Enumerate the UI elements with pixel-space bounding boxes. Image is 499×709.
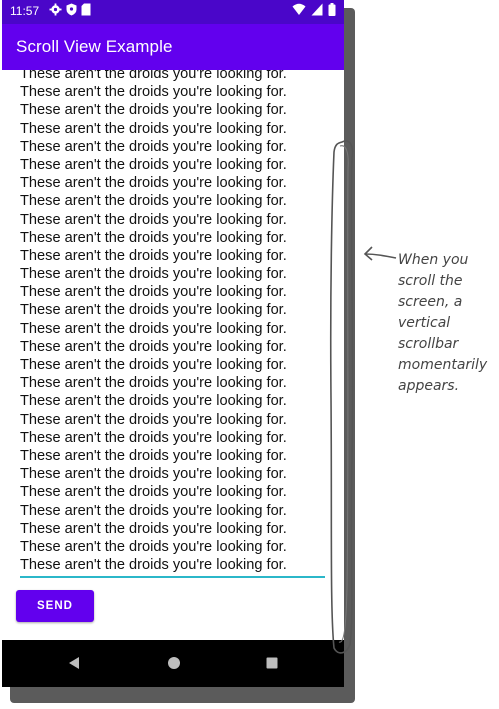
scrollbar-highlight-bracket	[329, 140, 354, 654]
text-line: These aren't the droids you're looking f…	[20, 193, 287, 210]
gear-icon	[49, 3, 62, 16]
text-line: These aren't the droids you're looking f…	[20, 138, 287, 155]
wifi-icon	[292, 3, 306, 15]
text-line: These aren't the droids you're looking f…	[20, 357, 287, 373]
annotation-line: momentarily	[398, 357, 488, 373]
text-line: These aren't the droids you're looking f…	[20, 84, 287, 101]
scrollbar-annotation: When you scroll the screen, a vertical scrol…	[398, 250, 498, 397]
text-line: These aren't the droids you're looking f…	[20, 502, 287, 519]
text-line: These aren't the droids you're looking f…	[20, 120, 287, 137]
scroll-view[interactable]: These aren't the droids you're looking f…	[20, 70, 325, 577]
status-time: 11:57	[10, 4, 40, 18]
scroll-view-underline	[20, 576, 325, 578]
text-line: These aren't the droids you're looking f…	[20, 411, 287, 428]
text-line: These aren't the droids you're looking f…	[20, 466, 287, 483]
text-line: These aren't the droids you're looking f…	[20, 538, 287, 555]
annotation-line: screen, a	[398, 294, 463, 310]
text-line: These aren't the droids you're looking f…	[20, 393, 287, 410]
annotation-line: scrollbar	[398, 336, 459, 352]
status-system-icons	[292, 3, 336, 16]
phone-frame: 11:57 Scroll View Example These aren't t…	[2, 0, 344, 687]
home-circle-icon[interactable]	[166, 655, 182, 671]
text-line-list: These aren't the droids you're looking f…	[20, 70, 287, 574]
cellular-signal-icon	[311, 3, 323, 16]
text-line: These aren't the droids you're looking f…	[20, 375, 287, 392]
send-button[interactable]: SEND	[16, 590, 94, 622]
overview-square-icon[interactable]	[264, 655, 280, 671]
text-line: These aren't the droids you're looking f…	[20, 156, 287, 173]
sd-card-icon	[81, 3, 91, 16]
text-line: These aren't the droids you're looking f…	[20, 429, 287, 446]
battery-icon	[328, 3, 336, 16]
text-line: These aren't the droids you're looking f…	[20, 284, 287, 301]
text-line: These aren't the droids you're looking f…	[20, 70, 287, 82]
text-line: These aren't the droids you're looking f…	[20, 247, 287, 264]
app-bar: Scroll View Example	[2, 24, 344, 70]
status-bar: 11:57	[2, 0, 344, 24]
navigation-bar	[2, 640, 344, 687]
text-line: These aren't the droids you're looking f…	[20, 447, 287, 464]
screen-content: These aren't the droids you're looking f…	[2, 70, 344, 640]
text-line: These aren't the droids you're looking f…	[20, 338, 287, 355]
annotation-line: appears.	[398, 378, 460, 394]
annotation-line: vertical	[398, 315, 451, 331]
text-line: These aren't the droids you're looking f…	[20, 320, 287, 337]
annotation-line: When you	[398, 252, 469, 268]
text-line: These aren't the droids you're looking f…	[20, 266, 287, 283]
app-title: Scroll View Example	[16, 37, 173, 56]
annotation-arrow	[363, 246, 397, 261]
back-triangle-icon[interactable]	[66, 655, 82, 671]
text-line: These aren't the droids you're looking f…	[20, 520, 287, 537]
annotation-line: scroll the	[398, 273, 463, 289]
text-line: These aren't the droids you're looking f…	[20, 211, 287, 228]
text-line: These aren't the droids you're looking f…	[20, 557, 287, 574]
status-notification-icons	[49, 3, 91, 16]
text-line: These aren't the droids you're looking f…	[20, 102, 287, 119]
shield-icon	[66, 3, 77, 16]
text-line: These aren't the droids you're looking f…	[20, 229, 287, 246]
text-line: These aren't the droids you're looking f…	[20, 484, 287, 501]
text-line: These aren't the droids you're looking f…	[20, 302, 287, 319]
text-line: These aren't the droids you're looking f…	[20, 175, 287, 192]
